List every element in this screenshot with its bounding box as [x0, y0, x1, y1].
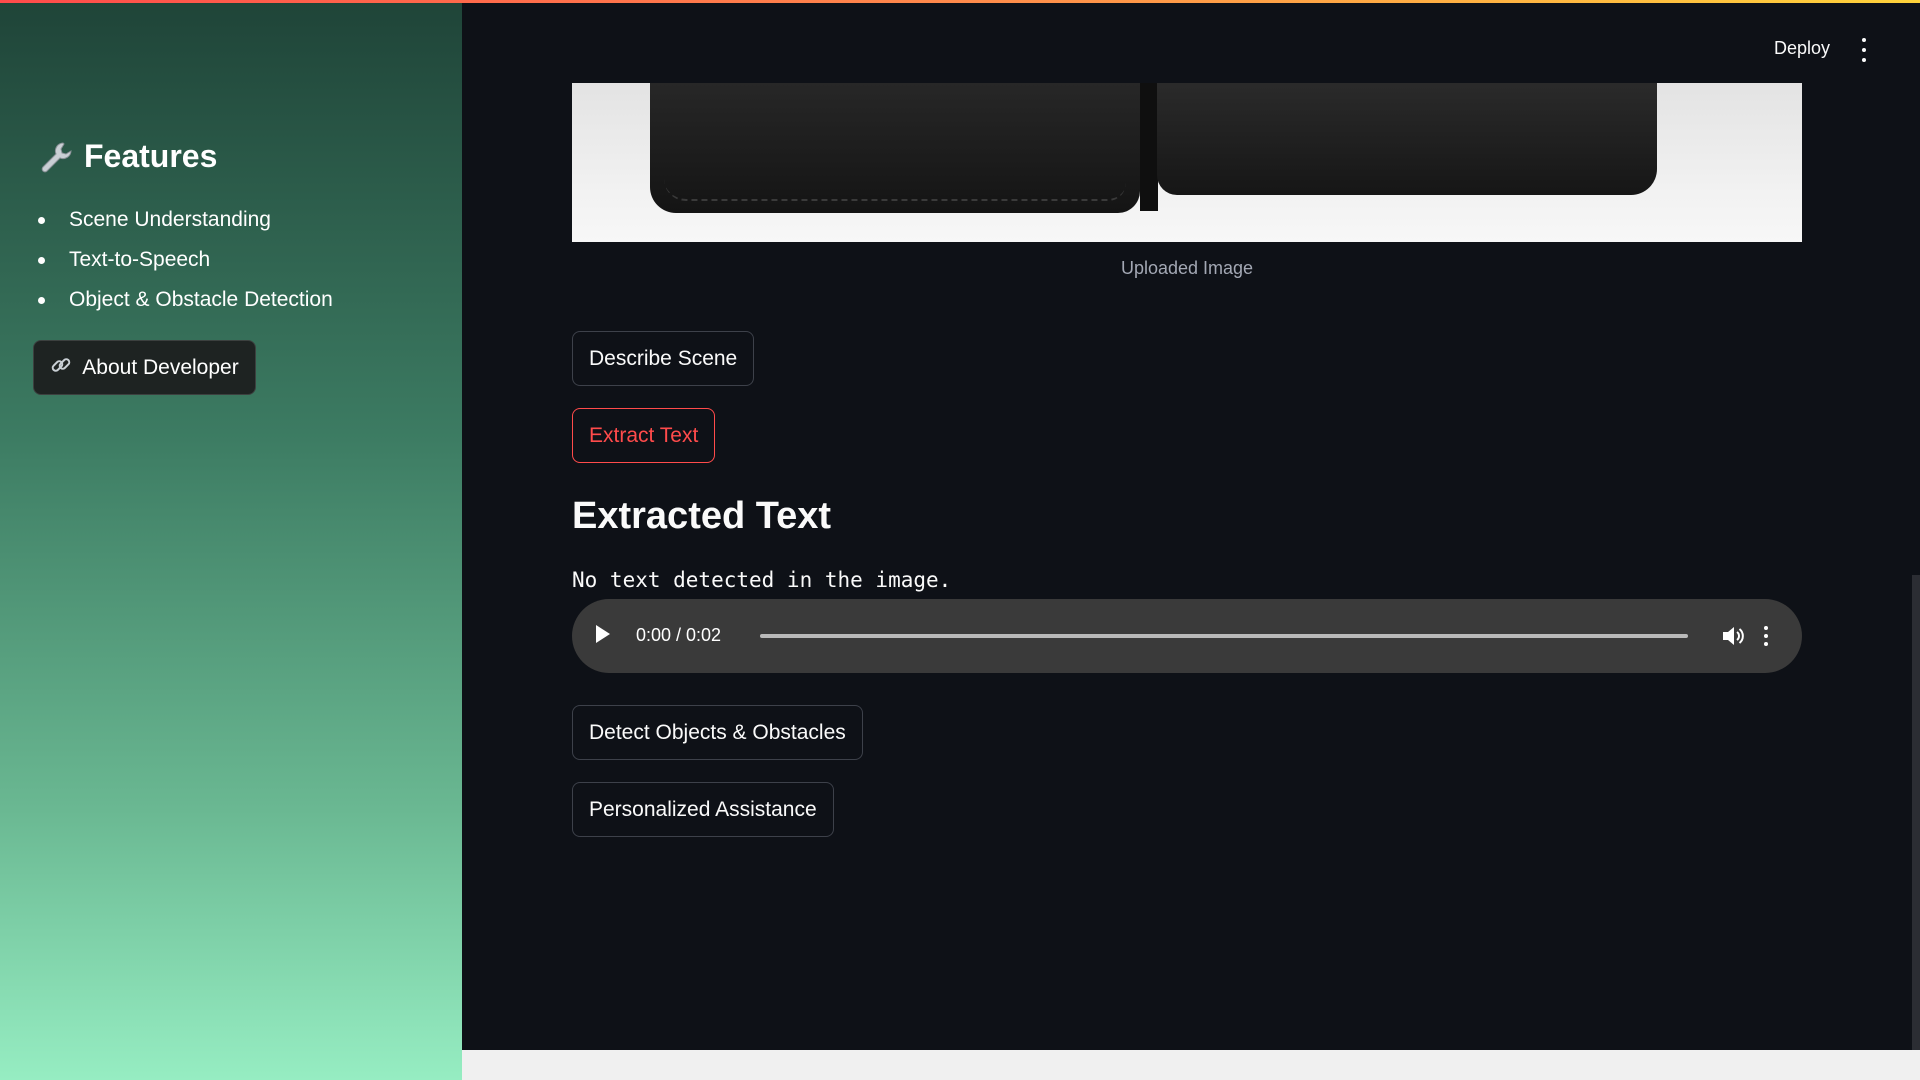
detect-objects-button[interactable]: Detect Objects & Obstacles	[572, 705, 863, 760]
volume-icon[interactable]	[1720, 623, 1746, 649]
bullet	[38, 296, 45, 304]
about-developer-label: About Developer	[82, 355, 239, 379]
wrench-icon	[38, 139, 74, 175]
wallet-stitching	[664, 83, 1126, 201]
extracted-text-heading: Extracted Text	[572, 495, 832, 537]
features-list: Scene Understanding Text-to-Speech Objec…	[38, 200, 333, 320]
audio-options-icon[interactable]	[1762, 626, 1770, 646]
kebab-menu-icon[interactable]	[1854, 38, 1874, 62]
image-caption: Uploaded Image	[1120, 258, 1254, 278]
audio-time: 0:00 / 0:02	[636, 625, 722, 645]
sidebar: Features Scene Understanding Text-to-Spe…	[0, 0, 462, 1080]
list-item: Scene Understanding	[38, 200, 333, 240]
scrollbar[interactable]	[1912, 575, 1920, 1050]
feature-scene-understanding: Scene Understanding	[69, 208, 271, 231]
audio-progress-track[interactable]	[760, 634, 1688, 638]
link-icon	[50, 354, 72, 382]
list-item: Object & Obstacle Detection	[38, 280, 333, 320]
wallet-right-panel	[1157, 83, 1657, 195]
extract-text-button[interactable]: Extract Text	[572, 408, 716, 463]
feature-text-to-speech: Text-to-Speech	[69, 248, 211, 271]
top-decoration-stripe	[0, 0, 1920, 3]
wallet-fold	[1140, 83, 1158, 211]
personalized-assistance-button[interactable]: Personalized Assistance	[572, 782, 834, 837]
main-content: Deploy Uploaded Image Describe Scene Ext…	[462, 0, 1920, 1050]
bullet	[38, 216, 45, 224]
sidebar-title: Features	[84, 138, 218, 174]
play-icon[interactable]	[596, 625, 610, 643]
about-developer-button[interactable]: About Developer	[33, 340, 256, 395]
describe-scene-button[interactable]: Describe Scene	[572, 331, 755, 386]
bottom-bar	[462, 1050, 1920, 1080]
deploy-button[interactable]: Deploy	[1774, 38, 1830, 59]
list-item: Text-to-Speech	[38, 240, 333, 280]
uploaded-image	[572, 83, 1802, 242]
sidebar-header: Features	[38, 138, 217, 175]
feature-object-detection: Object & Obstacle Detection	[69, 288, 333, 311]
extracted-text-result: No text detected in the image.	[572, 568, 952, 592]
bullet	[38, 256, 45, 264]
audio-player: 0:00 / 0:02	[572, 599, 1802, 673]
